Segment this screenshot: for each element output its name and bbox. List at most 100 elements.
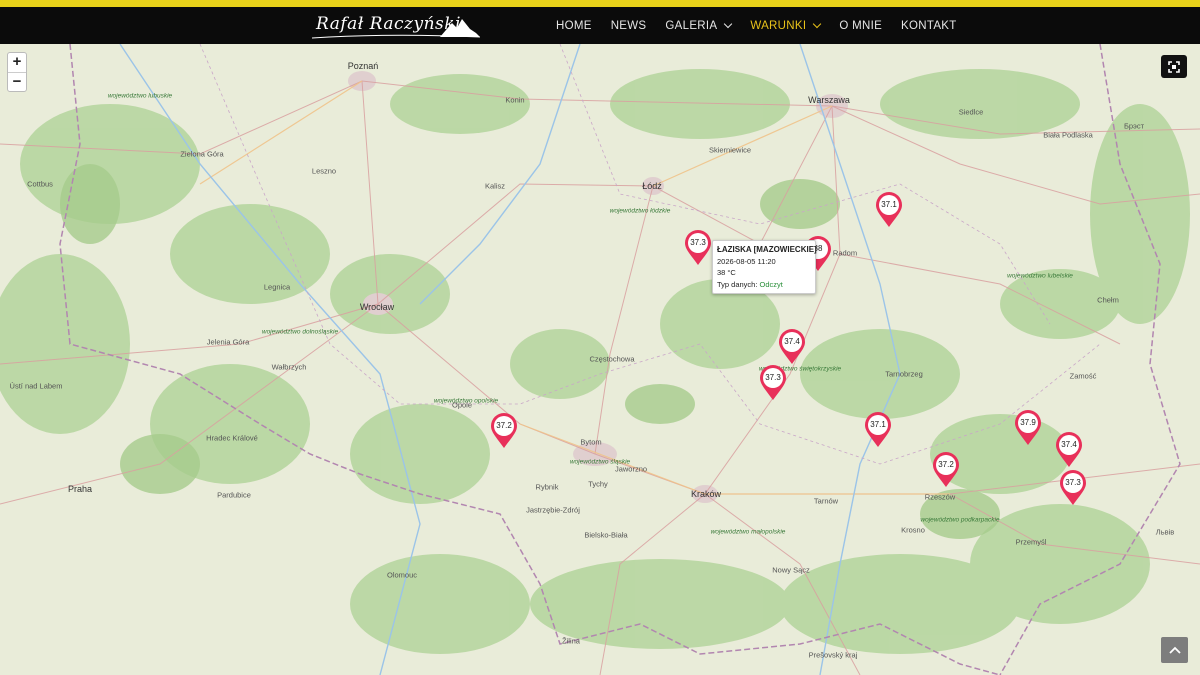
temperature-marker[interactable]: 37.3 <box>759 365 787 401</box>
chevron-down-icon <box>724 19 733 28</box>
place-label: Tarnobrzeg <box>885 369 923 379</box>
nav-galeria[interactable]: GALERIA <box>665 7 733 44</box>
place-label: Olomouc <box>386 570 418 580</box>
place-label: Rzeszów <box>924 492 956 502</box>
fullscreen-icon <box>1168 60 1180 73</box>
marker-value: 37.2 <box>496 421 512 430</box>
marker-value: 37.3 <box>690 238 706 247</box>
nav-home-label: HOME <box>556 19 592 32</box>
place-label: Nowy Sącz <box>772 565 810 575</box>
nav-warunki[interactable]: WARUNKI <box>750 7 822 44</box>
popup-station-name: ŁAZISKA [MAZOWIECKIE] <box>717 245 817 254</box>
map-pin-icon <box>876 192 902 227</box>
place-label: Tarnów <box>813 496 839 506</box>
nav-o-mnie-label: O MNIE <box>839 19 883 32</box>
temperature-marker[interactable]: 37.3 <box>684 230 712 266</box>
place-label: Kalisz <box>484 181 506 191</box>
region-label: województwo podkarpackie <box>920 516 1000 524</box>
chevron-down-icon <box>813 19 822 28</box>
temperature-marker[interactable]: 37.1 <box>864 412 892 448</box>
place-label: Bielsko-Biała <box>584 530 628 540</box>
place-label: Praha <box>67 484 93 494</box>
nav-kontakt-label: KONTAKT <box>901 19 957 32</box>
place-label: Žilina <box>562 636 580 646</box>
weather-map[interactable]: Poznań Warszawa Łódź Wrocław Kraków Jawo… <box>0 44 1200 675</box>
main-nav: HOME NEWS GALERIA WARUNKI O MNIE KONTAKT <box>556 7 976 44</box>
logo-text: Rafał Raczyński <box>316 14 461 34</box>
place-label: Tychy <box>588 479 608 489</box>
popup-type-row: Typ danych: Odczyt <box>717 279 811 291</box>
temperature-marker[interactable]: 37.4 <box>778 329 806 365</box>
place-label: Konin <box>505 95 525 105</box>
map-pin-icon <box>760 365 786 400</box>
place-label: Biała Podlaska <box>1043 130 1093 140</box>
place-label: Prešovský kraj <box>808 650 858 660</box>
temperature-marker[interactable]: 37.2 <box>932 452 960 488</box>
nav-o-mnie[interactable]: O MNIE <box>839 7 882 44</box>
nav-news-label: NEWS <box>610 19 647 32</box>
temperature-marker[interactable]: 37.9 <box>1014 410 1042 446</box>
nav-news[interactable]: NEWS <box>611 7 647 44</box>
place-label: Chełm <box>1097 295 1119 305</box>
zoom-in-button[interactable]: + <box>8 53 26 72</box>
marker-value: 37.3 <box>765 373 781 382</box>
place-label: Pardubice <box>217 490 251 500</box>
chevron-up-icon <box>1168 646 1181 654</box>
place-label: Warszawa <box>808 95 850 105</box>
place-label: Wałbrzych <box>271 362 307 372</box>
place-label: Cottbus <box>27 179 53 189</box>
station-popup: ŁAZISKA [MAZOWIECKIE] 2026-08-05 11:20 3… <box>712 240 817 294</box>
place-label: Bytom <box>580 437 602 447</box>
zoom-control: + − <box>7 52 27 92</box>
popup-type-label: Typ danych: <box>717 279 760 289</box>
marker-value: 37.2 <box>938 460 954 469</box>
map-pin-icon <box>779 329 805 364</box>
place-label: Krosno <box>901 525 925 535</box>
place-label: Legnica <box>263 282 291 292</box>
region-label: województwo łódzkie <box>609 207 671 215</box>
scroll-to-top-button[interactable] <box>1161 637 1188 663</box>
place-label: Jastrzębie-Zdrój <box>526 505 580 515</box>
place-label: Hradec Králové <box>206 433 258 443</box>
place-label: Wrocław <box>359 302 395 312</box>
place-label: Брэст <box>1123 121 1145 131</box>
nav-warunki-label: WARUNKI <box>750 19 807 32</box>
place-label: Siedlce <box>958 107 984 117</box>
place-label: Skierniewice <box>708 145 752 155</box>
nav-galeria-label: GALERIA <box>665 19 718 32</box>
marker-value: 37.3 <box>1065 478 1081 487</box>
map-pin-icon <box>865 412 891 447</box>
map-pin-icon <box>1015 410 1041 445</box>
marker-value: 37.4 <box>784 337 800 346</box>
map-pin-icon <box>1060 470 1086 505</box>
map-pin-icon <box>685 230 711 265</box>
temperature-marker[interactable]: 37.1 <box>875 192 903 228</box>
popup-type-link[interactable]: Odczyt <box>760 280 783 289</box>
place-label: Zamość <box>1069 371 1097 381</box>
place-label: Kraków <box>690 489 722 499</box>
marker-value: 37.1 <box>870 420 886 429</box>
map-pin-icon <box>1056 432 1082 467</box>
zoom-out-button[interactable]: − <box>8 72 26 91</box>
place-label: Przemyśl <box>1015 537 1047 547</box>
place-label: Częstochowa <box>589 354 635 364</box>
site-logo[interactable]: Rafał Raczyński <box>310 11 482 41</box>
top-navbar: Rafał Raczyński HOME NEWS GALERIA WARUNK… <box>0 7 1200 44</box>
temperature-marker[interactable]: 37.4 <box>1055 432 1083 468</box>
place-label: Łódź <box>642 181 662 191</box>
temperature-marker[interactable]: 37.2 <box>490 413 518 449</box>
region-label: województwo lubelskie <box>1007 272 1073 280</box>
popup-datetime: 2026-08-05 11:20 <box>717 256 776 266</box>
fullscreen-button[interactable] <box>1161 55 1187 78</box>
place-label: Львів <box>1155 527 1175 537</box>
place-label: Poznań <box>347 61 379 71</box>
nav-kontakt[interactable]: KONTAKT <box>901 7 957 44</box>
marker-value: 37.1 <box>881 200 897 209</box>
marker-value: 37.4 <box>1061 440 1077 449</box>
place-label: Zielona Góra <box>180 149 224 159</box>
temperature-marker[interactable]: 37.3 <box>1059 470 1087 506</box>
region-label: województwo małopolskie <box>710 528 786 536</box>
place-label: Leszno <box>311 166 337 176</box>
nav-home[interactable]: HOME <box>556 7 592 44</box>
region-label: województwo lubuskie <box>107 92 173 100</box>
